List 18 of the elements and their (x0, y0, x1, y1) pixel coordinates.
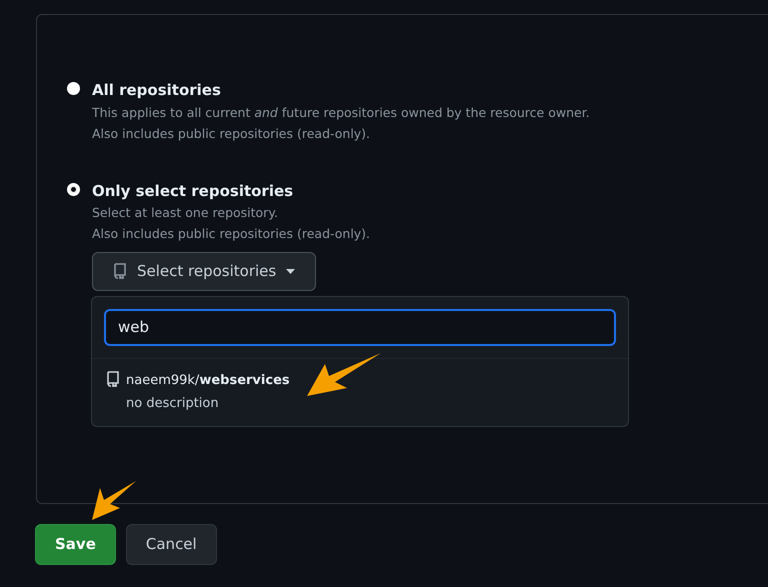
repo-icon (113, 263, 127, 280)
option-label: All repositories (92, 80, 222, 101)
repo-icon (106, 370, 120, 386)
annotation-arrow (90, 480, 138, 522)
radio-button[interactable] (67, 82, 80, 95)
option-description: This applies to all current and future repositories owned by the resource owner. (92, 104, 590, 122)
search-field[interactable]: web (104, 309, 616, 346)
select-repositories-button[interactable]: Select repositories (92, 252, 316, 290)
repository-result[interactable]: naeem99k/webservices (126, 370, 290, 390)
radio-button[interactable] (67, 182, 80, 196)
repository-description: no description (126, 395, 220, 413)
option-description: Also includes public repositories (read-only). (92, 225, 370, 243)
save-button[interactable]: Save (35, 524, 116, 564)
option-label: Only select repositories (92, 180, 294, 202)
caret-icon (286, 268, 296, 274)
option-description: Also includes public repositories (read-only). (92, 124, 372, 143)
cancel-button[interactable]: Cancel (126, 524, 217, 564)
option-description: Select at least one repository. (92, 204, 279, 222)
